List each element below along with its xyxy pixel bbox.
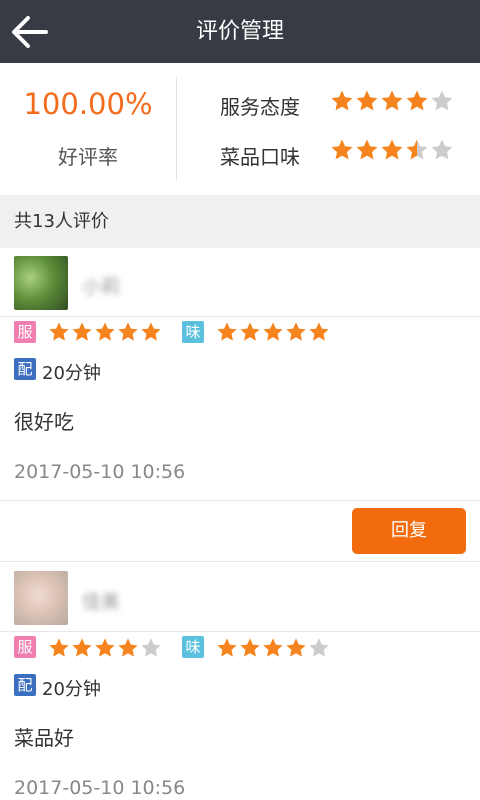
star-filled-icon — [140, 321, 162, 343]
star-filled-icon — [94, 321, 116, 343]
review-item: 佳美 服 味 配 20分钟 菜品好 2017-05-10 10:56 — [0, 563, 480, 800]
review-timestamp: 2017-05-10 10:56 — [14, 461, 186, 483]
star-filled-icon — [48, 321, 70, 343]
star-filled-icon — [48, 637, 70, 659]
star-filled-icon — [355, 138, 379, 162]
delivery-time: 20分钟 — [42, 363, 101, 384]
review-item: 小莉 服 味 配 20分钟 很好吃 2017-05-10 10:56 回复 — [0, 248, 480, 562]
good-rate-value: 100.00% — [23, 87, 153, 121]
username: 佳美 — [82, 591, 121, 613]
divider — [0, 561, 480, 562]
good-rate-label: 好评率 — [58, 145, 118, 169]
page-title: 评价管理 — [195, 19, 284, 44]
star-filled-icon — [380, 138, 404, 162]
service-attitude-stars — [330, 89, 454, 113]
service-attitude-label: 服务态度 — [220, 95, 300, 119]
delivery-badge: 配 — [14, 674, 36, 696]
review-timestamp: 2017-05-10 10:56 — [14, 777, 186, 799]
avatar — [14, 256, 68, 310]
star-filled-icon — [355, 89, 379, 113]
star-filled-icon — [239, 637, 261, 659]
divider — [0, 316, 480, 317]
review-comment: 很好吃 — [14, 410, 74, 434]
dish-taste-label: 菜品口味 — [220, 145, 300, 169]
star-filled-icon — [71, 321, 93, 343]
star-filled-icon — [405, 89, 429, 113]
star-filled-icon — [262, 637, 284, 659]
top-bar: 评价管理 — [0, 0, 480, 63]
taste-badge: 味 — [182, 321, 204, 343]
review-count: 共13人评价 — [14, 211, 109, 232]
star-filled-icon — [239, 321, 261, 343]
star-empty-icon — [140, 637, 162, 659]
star-filled-icon — [216, 321, 238, 343]
service-badge: 服 — [14, 636, 36, 658]
delivery-time: 20分钟 — [42, 679, 101, 700]
service-stars — [48, 637, 162, 659]
star-filled-icon — [71, 637, 93, 659]
star-filled-icon — [285, 321, 307, 343]
divider — [0, 631, 480, 632]
star-filled-icon — [330, 138, 354, 162]
avatar — [14, 571, 68, 625]
review-comment: 菜品好 — [14, 726, 74, 750]
star-filled-icon — [216, 637, 238, 659]
star-filled-icon — [285, 637, 307, 659]
star-half-icon — [405, 138, 429, 162]
summary-divider — [176, 77, 177, 181]
review-count-bar: 共13人评价 — [0, 195, 480, 248]
rating-summary: 100.00% 好评率 服务态度 菜品口味 — [0, 63, 480, 195]
star-filled-icon — [330, 89, 354, 113]
divider — [0, 500, 480, 501]
star-empty-icon — [430, 138, 454, 162]
star-empty-icon — [308, 637, 330, 659]
star-filled-icon — [308, 321, 330, 343]
taste-badge: 味 — [182, 636, 204, 658]
star-filled-icon — [380, 89, 404, 113]
star-filled-icon — [94, 637, 116, 659]
star-filled-icon — [117, 321, 139, 343]
service-stars — [48, 321, 162, 343]
star-filled-icon — [262, 321, 284, 343]
star-filled-icon — [117, 637, 139, 659]
delivery-badge: 配 — [14, 358, 36, 380]
dish-taste-stars — [330, 138, 454, 162]
username: 小莉 — [82, 276, 121, 298]
reply-button[interactable]: 回复 — [352, 508, 466, 554]
taste-stars — [216, 637, 330, 659]
taste-stars — [216, 321, 330, 343]
service-badge: 服 — [14, 321, 36, 343]
star-empty-icon — [430, 89, 454, 113]
